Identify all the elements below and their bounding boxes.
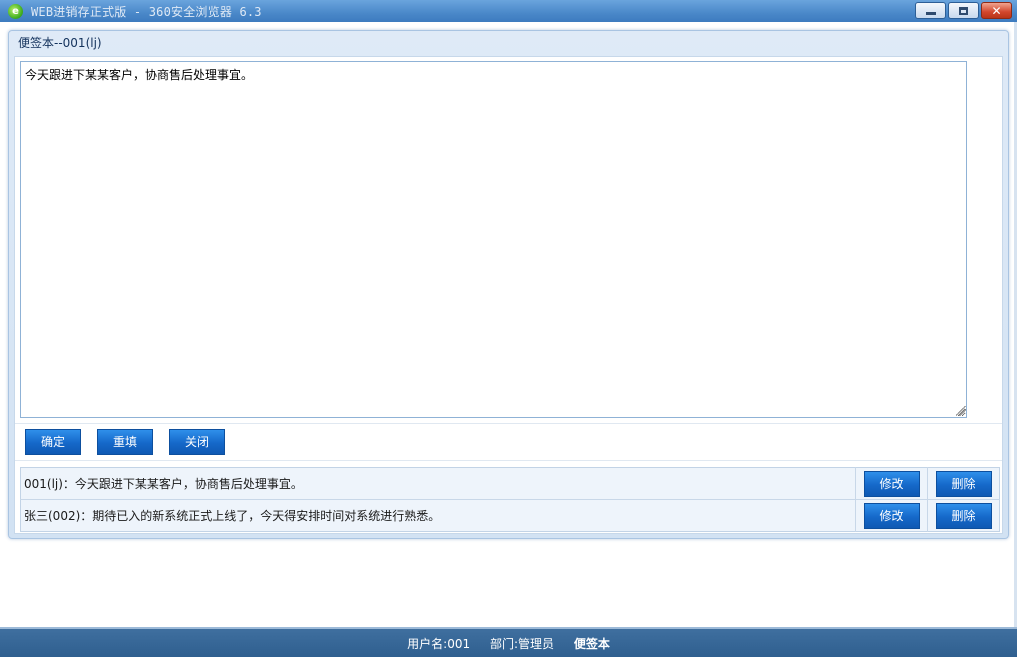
delete-note-button[interactable]: 删除 bbox=[935, 470, 992, 497]
note-row: 001(lj)：今天跟进下某某客户，协商售后处理事宜。 修改 删除 bbox=[20, 467, 1000, 500]
status-department: 部门:管理员 bbox=[489, 637, 554, 651]
notepad-dialog: 便签本--001(lj) 今天跟进下某某客户，协商售后处理事宜。 确定 重填 关… bbox=[8, 30, 1009, 539]
note-edit-cell: 修改 bbox=[855, 467, 928, 500]
close-icon: ✕ bbox=[991, 3, 1002, 18]
browser-logo-icon: e bbox=[8, 3, 23, 19]
note-delete-cell: 删除 bbox=[927, 499, 1000, 532]
minimize-button[interactable] bbox=[915, 2, 946, 19]
reset-button[interactable]: 重填 bbox=[97, 429, 153, 455]
form-button-row: 确定 重填 关闭 bbox=[15, 423, 1002, 461]
confirm-button[interactable]: 确定 bbox=[25, 429, 81, 455]
note-edit-cell: 修改 bbox=[855, 499, 928, 532]
status-current-module: 便签本 bbox=[573, 637, 610, 651]
window-title: WEB进销存正式版 - 360安全浏览器 6.3 bbox=[31, 4, 262, 19]
minimize-icon bbox=[925, 12, 936, 15]
note-text: 001(lj)：今天跟进下某某客户，协商售后处理事宜。 bbox=[24, 477, 303, 491]
window-controls: ✕ bbox=[915, 2, 1012, 19]
resize-grip-icon[interactable] bbox=[956, 406, 966, 416]
edit-note-button[interactable]: 修改 bbox=[863, 470, 920, 497]
dialog-body: 今天跟进下某某客户，协商售后处理事宜。 确定 重填 关闭 001(lj)：今天跟… bbox=[14, 56, 1003, 534]
close-button[interactable]: 关闭 bbox=[169, 429, 225, 455]
edit-note-button[interactable]: 修改 bbox=[863, 502, 920, 529]
status-user: 用户名:001 bbox=[407, 637, 471, 651]
maximize-icon bbox=[959, 6, 968, 15]
note-text: 张三(002)：期待已入的新系统正式上线了，今天得安排时间对系统进行熟悉。 bbox=[24, 509, 441, 523]
delete-note-button[interactable]: 删除 bbox=[935, 502, 992, 529]
note-textarea[interactable]: 今天跟进下某某客户，协商售后处理事宜。 bbox=[20, 61, 967, 418]
close-window-button[interactable]: ✕ bbox=[981, 2, 1012, 19]
notes-list: 001(lj)：今天跟进下某某客户，协商售后处理事宜。 修改 删除 张三(002… bbox=[20, 467, 1000, 532]
note-delete-cell: 删除 bbox=[927, 467, 1000, 500]
browser-title-bar: e WEB进销存正式版 - 360安全浏览器 6.3 ✕ bbox=[0, 0, 1017, 22]
maximize-button[interactable] bbox=[948, 2, 979, 19]
dialog-title: 便签本--001(lj) bbox=[18, 36, 102, 50]
note-row: 张三(002)：期待已入的新系统正式上线了，今天得安排时间对系统进行熟悉。 修改… bbox=[20, 499, 1000, 532]
status-bar: 用户名:001 部门:管理员 便签本 bbox=[0, 627, 1017, 657]
